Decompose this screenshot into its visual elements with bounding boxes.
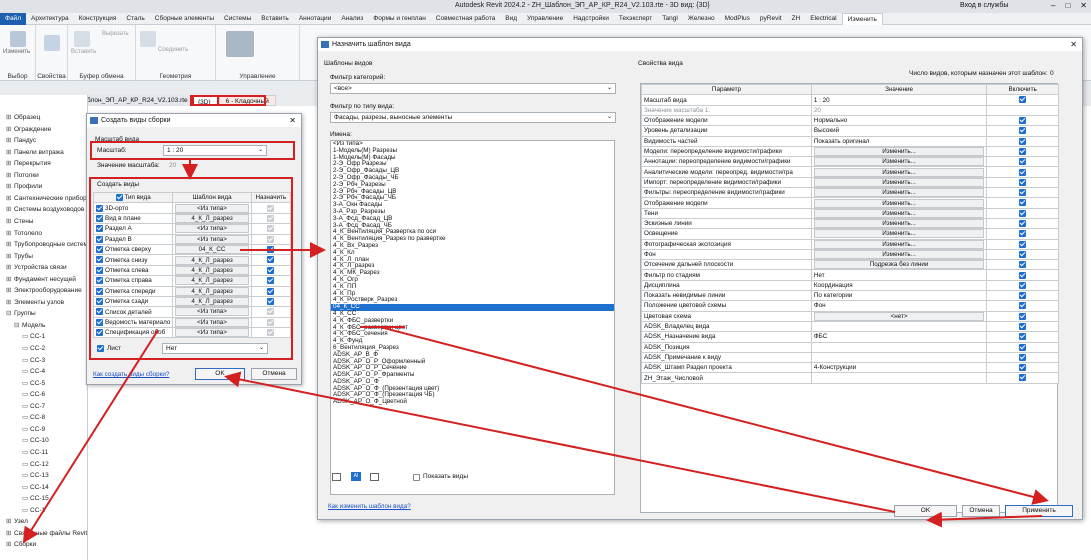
annotation-arrows bbox=[22, 160, 1049, 544]
arrow-to-assemblies bbox=[22, 329, 159, 544]
arrow-to-assembly-ok bbox=[224, 371, 896, 513]
arrow-to-ok bbox=[926, 511, 1043, 528]
